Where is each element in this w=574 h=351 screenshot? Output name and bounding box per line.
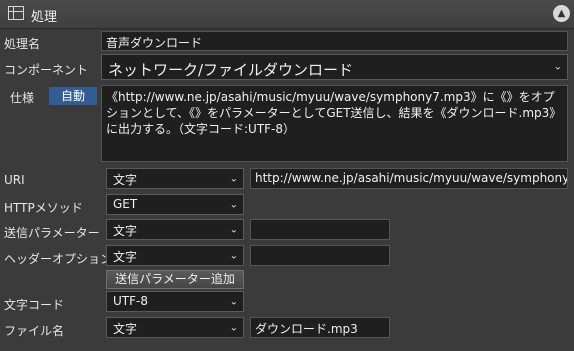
process-panel: 処理 ▲ 処理名 音声ダウンロード コンポーネント ネットワーク/ファイルダウン… [0, 0, 574, 351]
component-label: コンポーネント [4, 63, 89, 77]
process-name-input[interactable]: 音声ダウンロード [101, 31, 568, 51]
auto-button[interactable]: 自動 [49, 87, 97, 105]
chevron-down-icon: ⌄ [229, 250, 238, 261]
charset-label: 文字コード [4, 298, 65, 312]
http-method-value: GET [113, 197, 138, 211]
header-option-label: ヘッダーオプション [4, 252, 113, 266]
send-params-type-select[interactable]: 文字 ⌄ [106, 219, 244, 240]
filename-type-value: 文字 [113, 322, 138, 336]
send-params-input[interactable] [250, 219, 390, 240]
filename-type-select[interactable]: 文字 ⌄ [106, 317, 244, 338]
spec-textarea[interactable]: 《http://www.ne.jp/asahi/music/myuu/wave/… [101, 85, 568, 162]
header-option-type-select[interactable]: 文字 ⌄ [106, 245, 244, 266]
uri-type-select[interactable]: 文字 ⌄ [106, 168, 244, 189]
charset-select[interactable]: UTF-8 ⌄ [106, 291, 244, 312]
chevron-down-icon: ⌄ [229, 173, 238, 184]
filename-input[interactable]: ダウンロード.mp3 [250, 317, 390, 338]
chevron-up-icon[interactable]: ▲ [553, 5, 570, 22]
spec-label: 仕様 [10, 91, 35, 105]
component-select[interactable]: ネットワーク/ファイルダウンロード ⌄ [101, 54, 568, 80]
component-value: ネットワーク/ファイルダウンロード [108, 61, 354, 79]
chevron-down-icon: ⌄ [553, 61, 562, 73]
filename-label: ファイル名 [4, 324, 65, 338]
uri-label: URI [4, 173, 25, 187]
send-params-label: 送信パラメーター [4, 226, 100, 240]
header-option-input[interactable] [250, 245, 390, 266]
chevron-down-icon: ⌄ [229, 224, 238, 235]
charset-value: UTF-8 [113, 294, 148, 308]
process-name-label: 処理名 [4, 37, 41, 51]
send-params-type-value: 文字 [113, 224, 138, 238]
chevron-down-icon: ⌄ [229, 322, 238, 333]
add-param-button[interactable]: 送信パラメーター追加 [106, 270, 244, 289]
uri-type-value: 文字 [113, 173, 138, 187]
header-option-type-value: 文字 [113, 250, 138, 264]
table-icon [8, 6, 24, 20]
chevron-down-icon: ⌄ [229, 296, 238, 307]
panel-titlebar: 処理 ▲ [0, 0, 574, 29]
http-method-label: HTTPメソッド [4, 201, 83, 215]
http-method-select[interactable]: GET ⌄ [106, 194, 244, 215]
panel-title: 処理 [31, 10, 58, 25]
uri-input[interactable]: http://www.ne.jp/asahi/music/myuu/wave/s… [250, 168, 568, 189]
chevron-down-icon: ⌄ [229, 199, 238, 210]
